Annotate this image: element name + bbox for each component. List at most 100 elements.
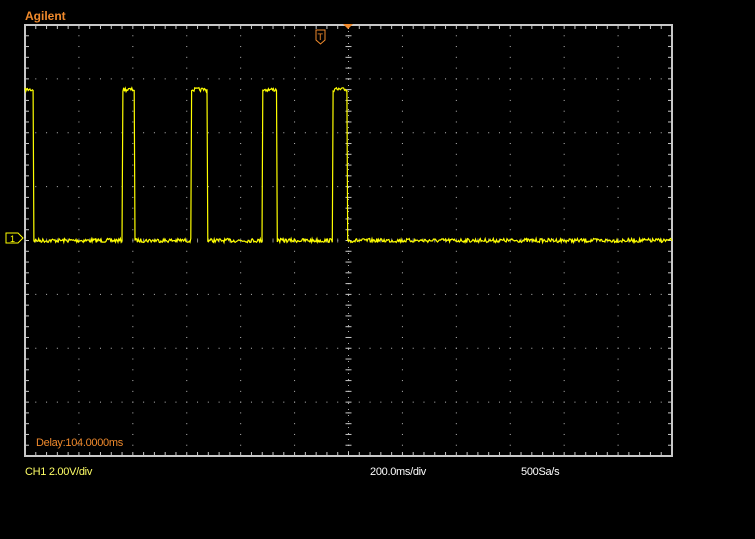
grid-dot — [606, 132, 608, 134]
grid-dot — [455, 218, 457, 220]
grid-dot — [596, 401, 598, 403]
grid-dot — [617, 196, 619, 198]
grid-dot — [272, 347, 274, 349]
timebase-readout[interactable]: 200.0ms/div — [370, 466, 426, 478]
grid-dot — [509, 401, 511, 403]
grid-dot — [401, 293, 403, 295]
grid-dot — [304, 293, 306, 295]
grid-dot — [132, 272, 134, 274]
grid-dot — [649, 78, 651, 80]
grid-dot — [563, 35, 565, 37]
grid-dot — [229, 347, 231, 349]
grid-dot — [563, 293, 565, 295]
grid-dot — [175, 293, 177, 295]
trigger-marker-icon[interactable]: T — [315, 29, 326, 45]
grid-dot — [186, 304, 188, 306]
grid-dot — [412, 293, 414, 295]
grid-dot — [240, 315, 242, 317]
grid-dot — [294, 261, 296, 263]
grid-dot — [240, 261, 242, 263]
grid-dot — [391, 401, 393, 403]
grid-dot — [509, 369, 511, 371]
grid-dot — [617, 369, 619, 371]
grid-dot — [78, 423, 80, 425]
grid-dot — [369, 401, 371, 403]
grid-dot — [455, 89, 457, 91]
grid-dot — [401, 78, 403, 80]
grid-dot — [56, 293, 58, 295]
grid-dot — [401, 56, 403, 58]
grid-dot — [294, 272, 296, 274]
grid-dot — [186, 412, 188, 414]
grid-dot — [380, 78, 382, 80]
grid-dot — [186, 186, 188, 188]
grid-dot — [132, 283, 134, 285]
grid-dot — [617, 35, 619, 37]
grid-dot — [132, 380, 134, 382]
grid-dot — [434, 401, 436, 403]
grid-dot — [78, 186, 80, 188]
grid-dot — [132, 293, 134, 295]
grid-dot — [283, 132, 285, 134]
grid-dot — [660, 401, 662, 403]
grid-dot — [294, 358, 296, 360]
grid-dot — [186, 380, 188, 382]
grid-dot — [455, 56, 457, 58]
grid-dot — [326, 347, 328, 349]
grid-dot — [401, 380, 403, 382]
grid-dot — [477, 132, 479, 134]
grid-dot — [455, 67, 457, 69]
grid-dot — [574, 401, 576, 403]
grid-dot — [412, 132, 414, 134]
grid-dot — [35, 78, 37, 80]
grid-dot — [563, 207, 565, 209]
grid-dot — [240, 153, 242, 155]
grid-dot — [294, 423, 296, 425]
grid-dot — [488, 186, 490, 188]
grid-dot — [315, 401, 317, 403]
grid-dot — [617, 315, 619, 317]
grid-dot — [283, 347, 285, 349]
grid-dot — [186, 110, 188, 112]
grid-dot — [250, 78, 252, 80]
grid-dot — [315, 347, 317, 349]
grid-dot — [423, 78, 425, 80]
grid-dot — [240, 380, 242, 382]
grid-dot — [552, 186, 554, 188]
grid-dot — [294, 412, 296, 414]
grid-dot — [563, 336, 565, 338]
grid-dot — [78, 336, 80, 338]
grid-dot — [455, 46, 457, 48]
grid-dot — [531, 186, 533, 188]
grid-dot — [78, 46, 80, 48]
channel-scale-readout[interactable]: CH1 2.00V/div — [25, 466, 92, 478]
grid-dot — [509, 336, 511, 338]
grid-dot — [186, 143, 188, 145]
grid-dot — [617, 186, 619, 188]
grid-dot — [369, 347, 371, 349]
grid-dot — [294, 35, 296, 37]
grid-dot — [455, 304, 457, 306]
grid-dot — [132, 175, 134, 177]
grid-dot — [132, 196, 134, 198]
grid-dot — [455, 390, 457, 392]
grid-dot — [186, 433, 188, 435]
grid-dot — [412, 186, 414, 188]
grid-dot — [197, 186, 199, 188]
grid-dot — [186, 272, 188, 274]
grid-dot — [294, 132, 296, 134]
grid-dot — [132, 315, 134, 317]
grid-dot — [294, 326, 296, 328]
grid-dot — [401, 218, 403, 220]
grid-dot — [520, 186, 522, 188]
ground-marker[interactable]: 1 — [5, 232, 24, 244]
grid-dot — [272, 293, 274, 295]
grid-dot — [89, 293, 91, 295]
grid-dot — [283, 293, 285, 295]
grid-dot — [132, 67, 134, 69]
grid-dot — [358, 347, 360, 349]
grid-dot — [401, 175, 403, 177]
grid-dot — [649, 293, 651, 295]
grid-dot — [434, 132, 436, 134]
grid-dot — [78, 315, 80, 317]
